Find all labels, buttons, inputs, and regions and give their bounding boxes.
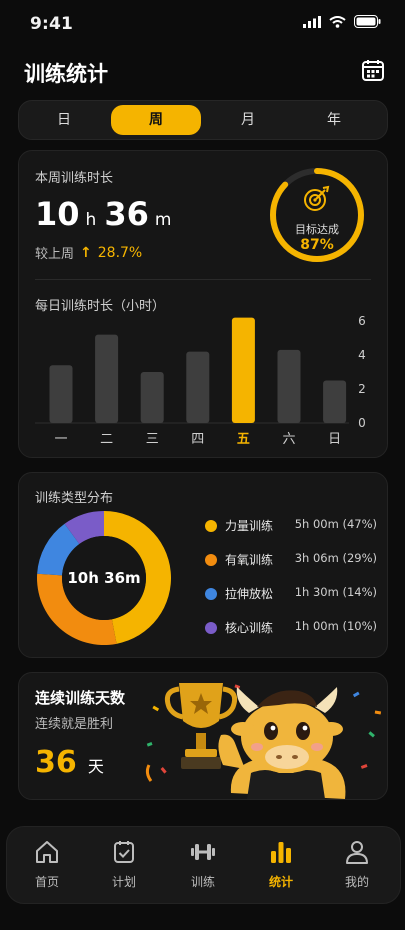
legend-item: 有氧训练 3h 06m (29%)	[205, 551, 377, 569]
nav-plan[interactable]: 计划	[94, 837, 154, 895]
bull-mascot-illustration	[145, 683, 382, 799]
weekly-summary-card: 本周训练时长 10 h 36 m 较上周 ↑ 28.7% 目标达成 87% 每日训练时…	[18, 150, 388, 458]
tab-week[interactable]: 周	[111, 105, 201, 135]
nav-label: 首页	[34, 875, 59, 889]
tab-month[interactable]: 月	[203, 105, 293, 135]
signal-icon	[303, 15, 321, 28]
status-time: 9:41	[30, 14, 74, 34]
bar-六	[277, 349, 301, 423]
nav-label: 统计	[268, 875, 293, 889]
y-tick-label: 4	[358, 348, 366, 362]
bar-五	[231, 317, 255, 423]
nav-label: 训练	[190, 875, 215, 889]
bar-四	[186, 351, 210, 423]
home-icon	[36, 841, 58, 863]
legend-value: 1h 30m (14%)	[294, 585, 377, 599]
x-tick-label: 二	[100, 432, 113, 447]
nav-home[interactable]: 首页	[17, 837, 77, 895]
tab-day[interactable]: 日	[19, 105, 109, 135]
x-tick-label: 五	[237, 432, 250, 447]
calendar-icon	[362, 60, 384, 81]
bar-一	[49, 365, 73, 423]
legend-dot	[205, 554, 217, 566]
x-tick-label: 三	[146, 432, 159, 447]
daily-bar-chart: 一 二 三 四 五 六 日 0 2 4 6	[35, 314, 366, 447]
legend-value: 3h 06m (29%)	[294, 551, 377, 565]
streak-subtitle: 连续就是胜利	[35, 717, 114, 732]
legend-name: 有氧训练	[225, 553, 274, 567]
legend-value: 1h 00m (10%)	[294, 619, 377, 633]
profile-icon	[346, 841, 368, 864]
legend-item: 力量训练 5h 00m (47%)	[205, 517, 377, 535]
x-tick-label: 六	[282, 432, 295, 447]
legend-name: 核心训练	[225, 621, 274, 635]
bar-二	[95, 334, 119, 423]
nav-profile[interactable]: 我的	[327, 837, 387, 895]
legend-item: 核心训练 1h 00m (10%)	[205, 619, 377, 637]
page-title: 训练统计	[24, 62, 108, 86]
battery-icon	[354, 15, 381, 28]
nav-label: 计划	[111, 875, 136, 889]
nav-stats[interactable]: 统计	[251, 837, 311, 895]
bull-mascot	[218, 687, 346, 799]
y-tick-label: 6	[358, 314, 366, 328]
plan-icon	[114, 841, 134, 863]
x-tick-label: 一	[54, 432, 67, 447]
tab-year[interactable]: 年	[289, 105, 379, 135]
donut-center-text: 10h 36m	[67, 569, 141, 587]
status-bar: 9:41	[0, 0, 405, 46]
x-tick-label: 四	[191, 432, 204, 447]
bar-三	[140, 372, 164, 423]
legend-item: 拉伸放松 1h 30m (14%)	[205, 585, 377, 603]
y-tick-label: 0	[358, 416, 366, 430]
nav-label: 我的	[344, 875, 369, 889]
bar-日	[323, 380, 347, 423]
nav-train[interactable]: 训练	[173, 837, 233, 895]
streak-card[interactable]: 连续训练天数 连续就是胜利 36 天	[18, 672, 388, 800]
distribution-card: 训练类型分布 10h 36m 力量训练 5h 00m (47%) 有氧训练 3h…	[18, 472, 388, 658]
legend-value: 5h 00m (47%)	[294, 517, 377, 531]
y-tick-label: 2	[358, 382, 366, 396]
wifi-icon	[329, 15, 346, 28]
dumbbell-icon	[191, 844, 215, 860]
calendar-button[interactable]	[359, 56, 387, 84]
legend-dot	[205, 520, 217, 532]
legend-name: 拉伸放松	[225, 587, 274, 601]
x-tick-label: 日	[328, 432, 341, 447]
streak-unit: 天	[87, 757, 104, 776]
streak-days: 36	[35, 745, 77, 780]
legend-name: 力量训练	[225, 519, 274, 533]
bottom-nav: 首页 计划 训练 统计 我的	[6, 826, 401, 904]
period-selector: 日 周 月 年	[18, 100, 388, 140]
legend-dot	[205, 588, 217, 600]
legend-dot	[205, 622, 217, 634]
streak-title: 连续训练天数	[35, 689, 126, 707]
stats-icon	[271, 842, 291, 863]
distribution-title: 训练类型分布	[35, 491, 114, 506]
